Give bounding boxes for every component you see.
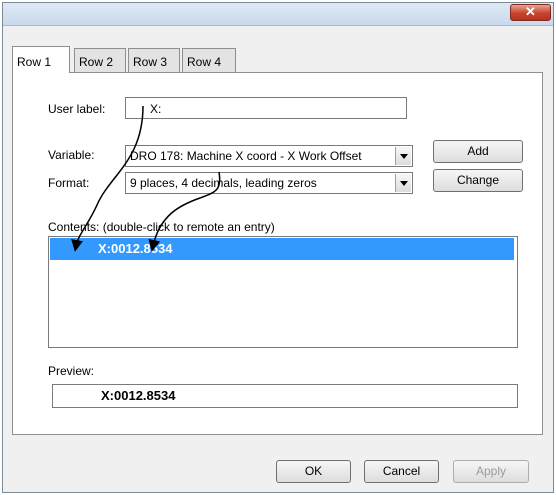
preview-field: X:0012.8534 <box>52 384 518 408</box>
ok-button[interactable]: OK <box>276 460 351 483</box>
variable-select[interactable]: DRO 178: Machine X coord - X Work Offset <box>125 145 413 167</box>
add-button[interactable]: Add <box>433 140 523 163</box>
tab-row-1[interactable]: Row 1 <box>12 46 70 73</box>
cancel-button[interactable]: Cancel <box>364 460 439 483</box>
contents-listbox[interactable]: X:0012.8534 <box>48 236 518 348</box>
chevron-down-icon[interactable] <box>395 174 411 192</box>
tab-row-4[interactable]: Row 4 <box>182 48 236 72</box>
title-bar: ✕ <box>3 3 553 26</box>
contents-caption: Contents: (double-click to remote an ent… <box>48 220 275 234</box>
preview-caption: Preview: <box>48 364 95 378</box>
tab-label: Row 4 <box>187 55 222 69</box>
close-button[interactable]: ✕ <box>510 4 551 21</box>
close-icon: ✕ <box>525 4 536 19</box>
chevron-down-icon[interactable] <box>395 147 411 165</box>
user-label-caption: User label: <box>48 102 106 116</box>
tab-label: Row 1 <box>17 55 52 69</box>
list-item-text: X:0012.8534 <box>98 241 173 256</box>
tab-row-2[interactable]: Row 2 <box>74 48 126 72</box>
format-caption: Format: <box>48 176 90 190</box>
format-select[interactable]: 9 places, 4 decimals, leading zeros <box>125 172 413 194</box>
variable-caption: Variable: <box>48 148 95 162</box>
tab-label: Row 2 <box>79 55 114 69</box>
format-value: 9 places, 4 decimals, leading zeros <box>130 176 317 190</box>
variable-value: DRO 178: Machine X coord - X Work Offset <box>130 149 362 163</box>
tab-row-3[interactable]: Row 3 <box>128 48 180 72</box>
user-label-input[interactable]: X: <box>125 97 407 119</box>
apply-button[interactable]: Apply <box>453 460 529 483</box>
tab-label: Row 3 <box>133 55 168 69</box>
change-button[interactable]: Change <box>433 169 523 192</box>
preview-value: X:0012.8534 <box>101 388 176 403</box>
user-label-value: X: <box>150 102 162 116</box>
list-item[interactable]: X:0012.8534 <box>50 238 514 260</box>
